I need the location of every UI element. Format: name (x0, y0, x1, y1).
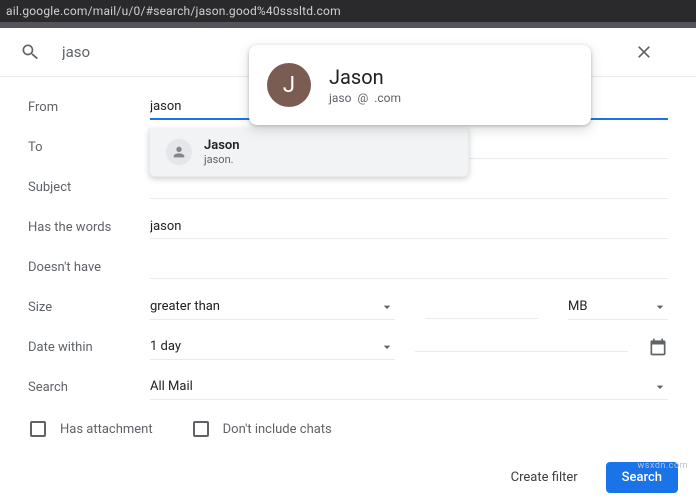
search-button[interactable]: Search (606, 462, 678, 493)
create-filter-button[interactable]: Create filter (501, 462, 588, 493)
subject-input[interactable] (150, 175, 668, 199)
calendar-icon[interactable] (648, 337, 668, 357)
scope-label: Search (28, 380, 150, 395)
autocomplete-dropdown: Jason jason. (149, 128, 469, 177)
size-operator-select[interactable]: greater than (150, 295, 395, 320)
checkbox-box (193, 421, 209, 437)
row-date: Date within 1 day (28, 327, 668, 367)
from-label: From (28, 100, 150, 115)
email-domain: .com (374, 91, 401, 105)
row-doesnt-have: Doesn't have (28, 247, 668, 287)
search-icon (20, 42, 40, 62)
scope-select[interactable]: All Mail (150, 375, 668, 400)
autocomplete-name: Jason (204, 138, 240, 153)
chevron-down-icon (379, 299, 395, 315)
action-buttons: Create filter Search (501, 462, 678, 493)
size-unit-select[interactable]: MB (568, 295, 668, 320)
email-user: jaso (329, 91, 351, 105)
autocomplete-item[interactable]: Jason jason. (150, 128, 468, 176)
url-text: ail.google.com/mail/u/0/#search/jason.go… (6, 4, 341, 18)
words-label: Has the words (28, 220, 150, 235)
has-attachment-checkbox[interactable]: Has attachment (30, 421, 153, 437)
date-range-value: 1 day (150, 339, 181, 354)
row-search-scope: Search All Mail (28, 367, 668, 407)
exclude-chats-label: Don't include chats (223, 422, 332, 437)
date-range-select[interactable]: 1 day (150, 335, 395, 360)
close-icon[interactable] (634, 42, 654, 62)
chevron-down-icon (652, 299, 668, 315)
person-icon (166, 139, 192, 165)
checkbox-box (30, 421, 46, 437)
doesnt-input[interactable] (150, 255, 668, 279)
checkbox-row: Has attachment Don't include chats (28, 407, 668, 451)
scope-value: All Mail (150, 379, 193, 394)
contact-card: J Jason jaso @ .com (249, 45, 591, 125)
has-attachment-label: Has attachment (60, 422, 153, 437)
email-at: @ (357, 91, 368, 105)
to-label: To (28, 140, 150, 155)
contact-name: Jason (329, 65, 401, 89)
exclude-chats-checkbox[interactable]: Don't include chats (193, 421, 332, 437)
date-label: Date within (28, 340, 150, 355)
row-size: Size greater than MB (28, 287, 668, 327)
chevron-down-icon (652, 379, 668, 395)
avatar-initial: J (283, 73, 295, 98)
url-bar[interactable]: ail.google.com/mail/u/0/#search/jason.go… (0, 0, 696, 22)
contact-email: jaso @ .com (329, 91, 401, 105)
doesnt-label: Doesn't have (28, 260, 150, 275)
date-value-input[interactable] (415, 343, 628, 352)
size-label: Size (28, 300, 150, 315)
avatar: J (267, 63, 311, 107)
subject-label: Subject (28, 180, 150, 195)
size-value-input[interactable] (425, 295, 538, 319)
size-operator-value: greater than (150, 299, 220, 314)
words-input[interactable] (150, 215, 668, 239)
row-has-words: Has the words (28, 207, 668, 247)
size-unit-value: MB (568, 299, 587, 314)
autocomplete-email: jason. (204, 153, 240, 166)
chevron-down-icon (379, 339, 395, 355)
